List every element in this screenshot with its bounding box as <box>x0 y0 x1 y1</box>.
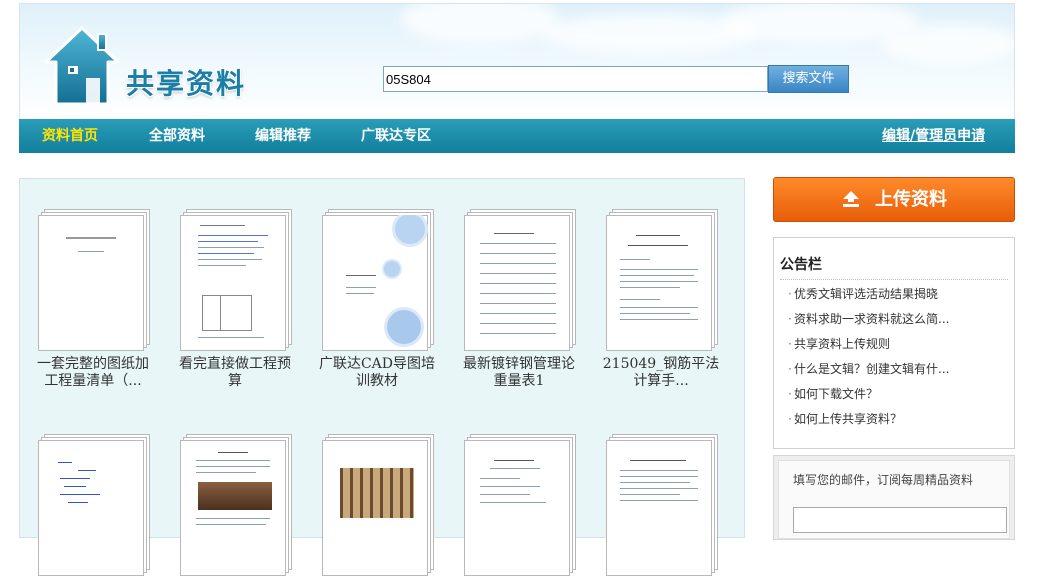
notice-title: 公告栏 <box>780 257 822 273</box>
doc-thumbnail[interactable] <box>464 209 576 351</box>
divider <box>780 279 1008 280</box>
nav-item-recommend[interactable]: 编辑推荐 <box>255 119 311 153</box>
notice-item[interactable]: · 如何上传共享资料？ <box>788 407 1010 432</box>
doc-thumbnail[interactable] <box>606 434 718 576</box>
notice-item[interactable]: · 优秀文辑评选活动结果揭晓 <box>788 282 1010 307</box>
upload-label: 上传资料 <box>875 189 947 210</box>
doc-thumbnail[interactable] <box>180 209 292 351</box>
doc-title[interactable]: 最新镀锌钢管理论 重量表1 <box>450 356 588 390</box>
site-header: 共享资料 <box>19 3 1015 119</box>
search-input[interactable] <box>383 66 768 92</box>
nav-item-all[interactable]: 全部资料 <box>149 119 205 153</box>
upload-button[interactable]: 上传资料 <box>773 177 1015 222</box>
doc-title[interactable]: 看完直接做工程预算 <box>166 356 304 390</box>
doc-thumbnail[interactable] <box>464 434 576 576</box>
notice-item[interactable]: · 什么是文辑？创建文辑有什... <box>788 357 1010 382</box>
search-button[interactable]: 搜索文件 <box>768 65 849 93</box>
notice-item[interactable]: · 如何下载文件？ <box>788 382 1010 407</box>
doc-thumbnail[interactable] <box>322 434 434 576</box>
house-logo-icon[interactable] <box>42 24 122 108</box>
doc-thumbnail[interactable] <box>180 434 292 576</box>
doc-title[interactable]: 215049_钢筋平法 计算手... <box>592 356 730 390</box>
nav-item-glodon[interactable]: 广联达专区 <box>361 119 431 153</box>
doc-title[interactable]: 广联达CAD导图培 训教材 <box>308 356 446 390</box>
doc-thumbnail[interactable] <box>38 434 150 576</box>
logo-text[interactable]: 共享资料 <box>126 62 246 102</box>
main-nav: 资料首页 全部资料 编辑推荐 广联达专区 编辑/管理员申请 <box>19 119 1015 153</box>
doc-thumbnail[interactable] <box>606 209 718 351</box>
doc-title[interactable]: 一套完整的图纸加 工程量清单（... <box>24 356 162 390</box>
editor-apply-link[interactable]: 编辑/管理员申请 <box>882 119 985 153</box>
doc-thumbnail[interactable] <box>38 209 150 351</box>
notice-item[interactable]: · 共享资料上传规则 <box>788 332 1010 357</box>
subscribe-text: 填写您的邮件，订阅每周精品资料 <box>793 473 974 487</box>
notice-board: 公告栏 · 优秀文辑评选活动结果揭晓 · 资料求助一求资料就这么简... · 共享资料… <box>773 237 1015 449</box>
upload-icon <box>843 191 859 207</box>
email-input[interactable] <box>793 507 1007 533</box>
doc-thumbnail[interactable] <box>322 209 434 351</box>
document-grid: 一套完整的图纸加 工程量清单（... 看完直接做工程预算 广联达CAD导图培 训… <box>19 178 745 576</box>
notice-item[interactable]: · 资料求助一求资料就这么简... <box>788 307 1010 332</box>
subscribe-box: 填写您的邮件，订阅每周精品资料 <box>773 455 1015 540</box>
nav-item-home[interactable]: 资料首页 <box>42 119 98 153</box>
